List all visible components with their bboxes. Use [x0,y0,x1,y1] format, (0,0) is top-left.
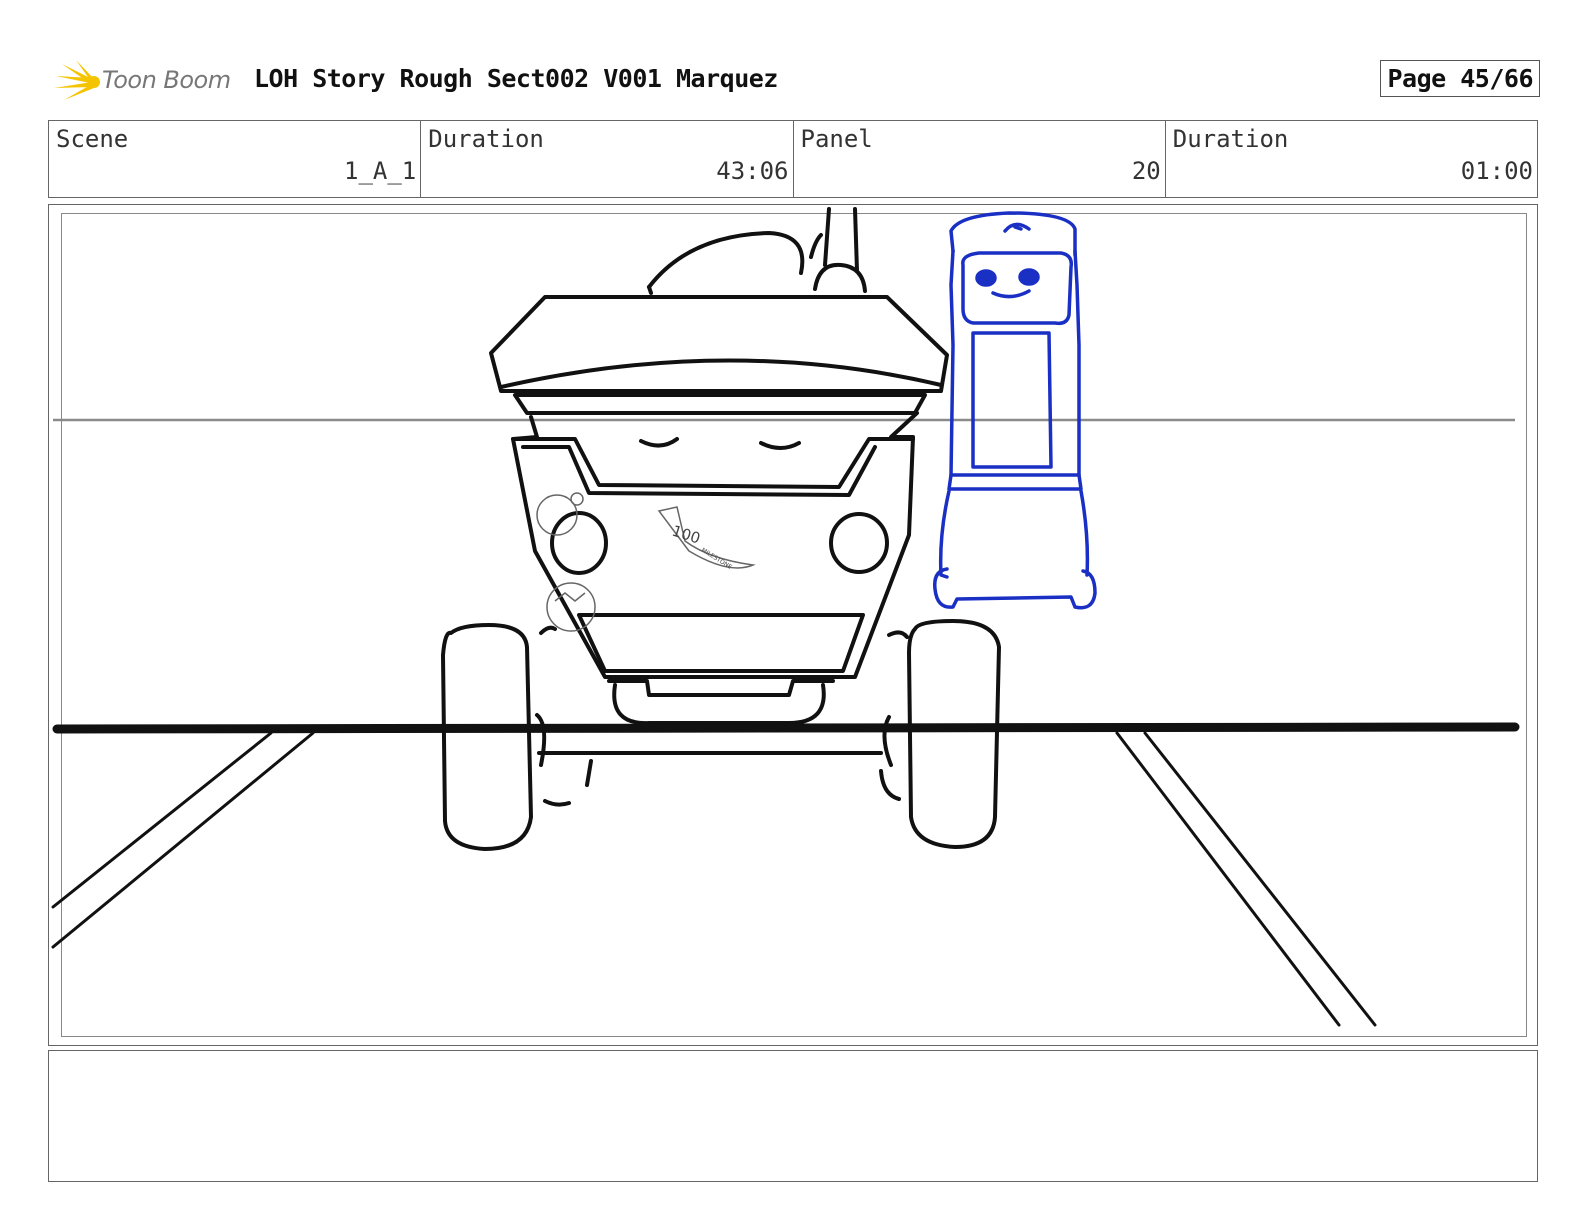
panel-notes-box[interactable] [48,1050,1538,1182]
scene-label: Scene [56,125,129,153]
panel-info-row: Scene 1_A_1 Duration 43:06 Panel 20 Dura… [48,120,1538,198]
sticker-text: 100 [670,522,703,548]
tractor-right-eye [759,441,801,450]
logo-text: Toon Boom [102,66,231,94]
panel-label: Panel [800,125,873,153]
starburst-logo-icon [54,60,100,100]
panel-cell: Panel 20 [794,121,1166,197]
left-headlight [550,511,608,575]
road-line-left [51,731,315,949]
page-number: Page 45/66 [1380,60,1540,97]
tractor-left-eye [639,437,679,448]
pump-screen [971,331,1053,469]
scene-duration-label: Duration [428,125,544,153]
scene-value: 1_A_1 [344,157,417,185]
panel-duration-label: Duration [1172,125,1289,153]
toon-boom-logo: Toon Boom [52,56,242,106]
document-title: LOH Story Rough Sect002 V001 Marquez [254,64,778,93]
pump-cap [949,211,1077,257]
pump-left-eye [975,269,997,287]
pump-right-eye [1018,268,1040,286]
right-wheel [907,619,1001,849]
ground-line [52,722,1520,734]
scene-duration-value: 43:06 [716,157,789,185]
round-sticker-bottom [546,582,596,632]
panel-duration-value: 01:00 [1460,157,1533,185]
panel-duration-cell: Duration 01:00 [1166,121,1537,197]
scene-cell: Scene 1_A_1 [49,121,422,197]
tractor-grille [577,613,865,673]
pump-smile [991,289,1031,299]
road-line-right [1115,731,1377,1027]
fuel-pump-character [933,211,1097,610]
storyboard-panel: 100 MILESTONE [48,204,1538,1046]
page-header: Toon Boom LOH Story Rough Sect002 V001 M… [52,56,1540,106]
left-wheel [441,623,533,851]
tractor-character [441,207,1001,851]
panel-value: 20 [1131,157,1161,185]
pump-body [949,249,1081,477]
right-headlight [829,512,889,574]
scene-duration-cell: Duration 43:06 [421,121,794,197]
pump-base [933,567,1097,610]
sketch-drawing: 100 MILESTONE [51,207,1520,1027]
tractor-seat [647,231,805,289]
pump-face [961,251,1074,326]
